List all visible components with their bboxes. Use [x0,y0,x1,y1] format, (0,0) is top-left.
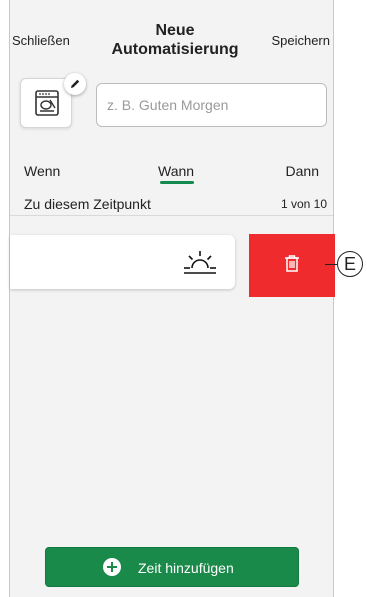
add-time-label: Zeit hinzufügen [138,560,234,576]
save-button[interactable]: Speichern [271,33,330,48]
tab-dann[interactable]: Dann [286,163,319,179]
plus-circle-icon [103,558,121,576]
section-title: Zu diesem Zeitpunkt [24,196,151,212]
title-line-1: Neue [155,22,195,39]
divider [10,215,333,216]
delete-button[interactable] [249,234,335,297]
page-title: Neue Automatisierung [90,21,260,59]
tab-wann[interactable]: Wann [158,163,194,179]
edit-icon-button[interactable] [64,73,86,95]
tab-wenn[interactable]: Wenn [24,163,60,179]
active-tab-indicator [160,181,194,184]
close-button[interactable]: Schließen [12,33,70,48]
automation-name-input[interactable] [96,83,327,127]
pencil-icon [71,79,80,88]
dishwasher-icon [35,90,59,116]
callout-marker: E [337,251,363,277]
phone-screen: Schließen Neue Automatisierung Speichern… [9,0,335,597]
time-condition-item[interactable] [10,235,235,289]
sunrise-icon [184,251,216,274]
title-line-2: Automatisierung [111,41,239,58]
top-bar: Schließen Neue Automatisierung Speichern [10,0,333,70]
add-time-button[interactable]: Zeit hinzufügen [45,547,299,587]
trash-icon [285,255,299,272]
callout-line [325,264,337,265]
item-counter: 1 von 10 [280,197,327,211]
